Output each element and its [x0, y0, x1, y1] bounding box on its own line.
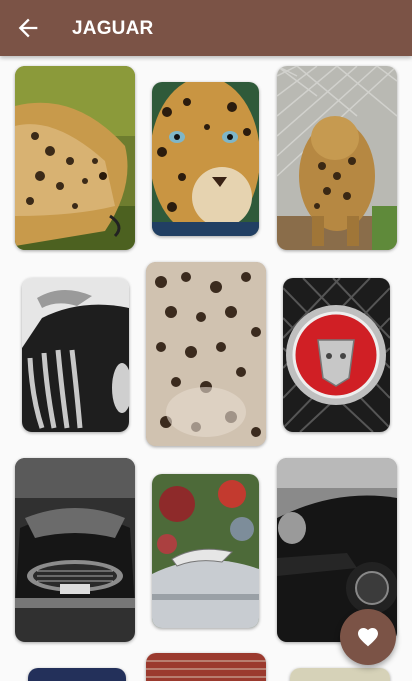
favorites-button[interactable] [340, 609, 396, 665]
wallpaper-tile-jaguar-car-front[interactable] [15, 458, 135, 642]
wallpaper-tile-jaguar-face[interactable] [152, 82, 259, 236]
page-title: JAGUAR [72, 18, 154, 39]
image-grid [0, 56, 412, 681]
wallpaper-tile-brick-building[interactable] [146, 653, 266, 681]
wallpaper-tile-jaguar-walking[interactable] [277, 66, 397, 250]
wallpaper-tile-jaguar-badge[interactable] [283, 278, 390, 432]
wallpaper-tile-jaguar-head[interactable] [15, 66, 135, 250]
app-bar: JAGUAR [0, 0, 412, 56]
wallpaper-tile-partial-left[interactable] [28, 668, 126, 681]
wallpaper-tile-leaper-ornament[interactable] [152, 474, 259, 628]
heart-icon [356, 625, 380, 649]
wallpaper-tile-sepia-jaguar[interactable] [146, 262, 266, 446]
arrow-back-icon[interactable] [14, 14, 42, 42]
wallpaper-tile-partial-right[interactable] [290, 668, 390, 681]
wallpaper-tile-hood-ornament[interactable] [22, 278, 129, 432]
